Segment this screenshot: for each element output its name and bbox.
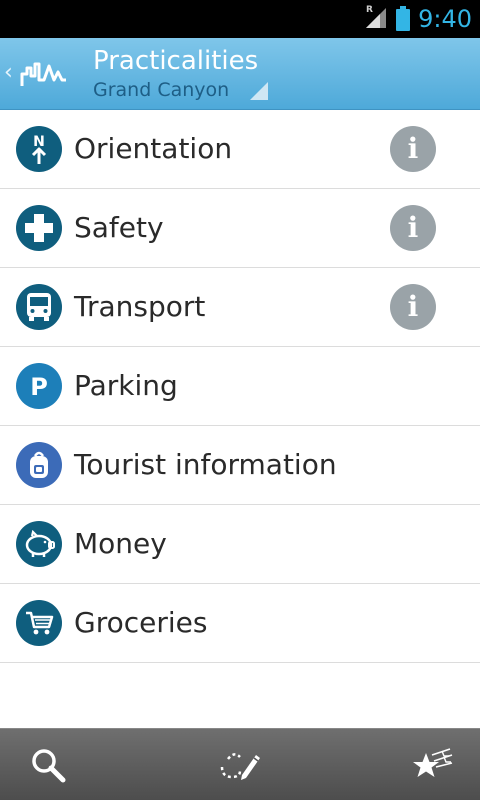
route-pen-icon[interactable] xyxy=(218,743,262,787)
first-aid-cross-icon xyxy=(16,205,62,251)
parking-icon: P xyxy=(16,363,62,409)
backpack-icon xyxy=(16,442,62,488)
info-button[interactable]: i xyxy=(390,284,436,330)
info-button[interactable]: i xyxy=(390,126,436,172)
piggy-bank-icon xyxy=(16,521,62,567)
title-spinner[interactable]: Practicalities Grand Canyon xyxy=(93,44,273,104)
signal-icon xyxy=(364,6,388,34)
list-item-transport[interactable]: Transport i xyxy=(0,268,480,347)
list-item-money[interactable]: Money xyxy=(0,505,480,584)
list-item-orientation[interactable]: N Orientation i xyxy=(0,110,480,189)
list-item-groceries[interactable]: Groceries xyxy=(0,584,480,663)
search-icon[interactable] xyxy=(26,743,70,787)
bottom-toolbar xyxy=(0,728,480,800)
list-item-label: Groceries xyxy=(74,606,208,639)
list-item-label: Tourist information xyxy=(74,448,337,481)
info-button[interactable]: i xyxy=(390,205,436,251)
status-bar: R 9:40 xyxy=(0,0,480,38)
app-logo-icon xyxy=(20,58,68,92)
list-item-tourist-information[interactable]: Tourist information xyxy=(0,426,480,505)
status-clock: 9:40 xyxy=(418,5,472,33)
action-bar: ‹ Practicalities Grand Canyon xyxy=(0,38,480,110)
list-item-parking[interactable]: P Parking xyxy=(0,347,480,426)
back-chevron-icon: ‹ xyxy=(4,60,13,85)
bus-icon xyxy=(16,284,62,330)
dropdown-triangle-icon xyxy=(250,82,268,100)
svg-text:P: P xyxy=(30,373,48,401)
list-item-safety[interactable]: Safety i xyxy=(0,189,480,268)
battery-icon xyxy=(395,6,411,36)
list-item-label: Safety xyxy=(74,211,164,244)
up-navigation-button[interactable]: ‹ xyxy=(0,38,78,110)
practicalities-list: N Orientation i Safety i Transport i P P… xyxy=(0,110,480,663)
list-item-label: Parking xyxy=(74,369,178,402)
favorites-stars-icon[interactable] xyxy=(410,743,454,787)
page-subtitle: Grand Canyon xyxy=(93,79,230,101)
list-item-label: Money xyxy=(74,527,167,560)
page-title: Practicalities xyxy=(93,46,259,76)
list-item-label: Transport xyxy=(74,290,206,323)
compass-north-icon: N xyxy=(16,126,62,172)
shopping-cart-icon xyxy=(16,600,62,646)
list-item-label: Orientation xyxy=(74,132,233,165)
